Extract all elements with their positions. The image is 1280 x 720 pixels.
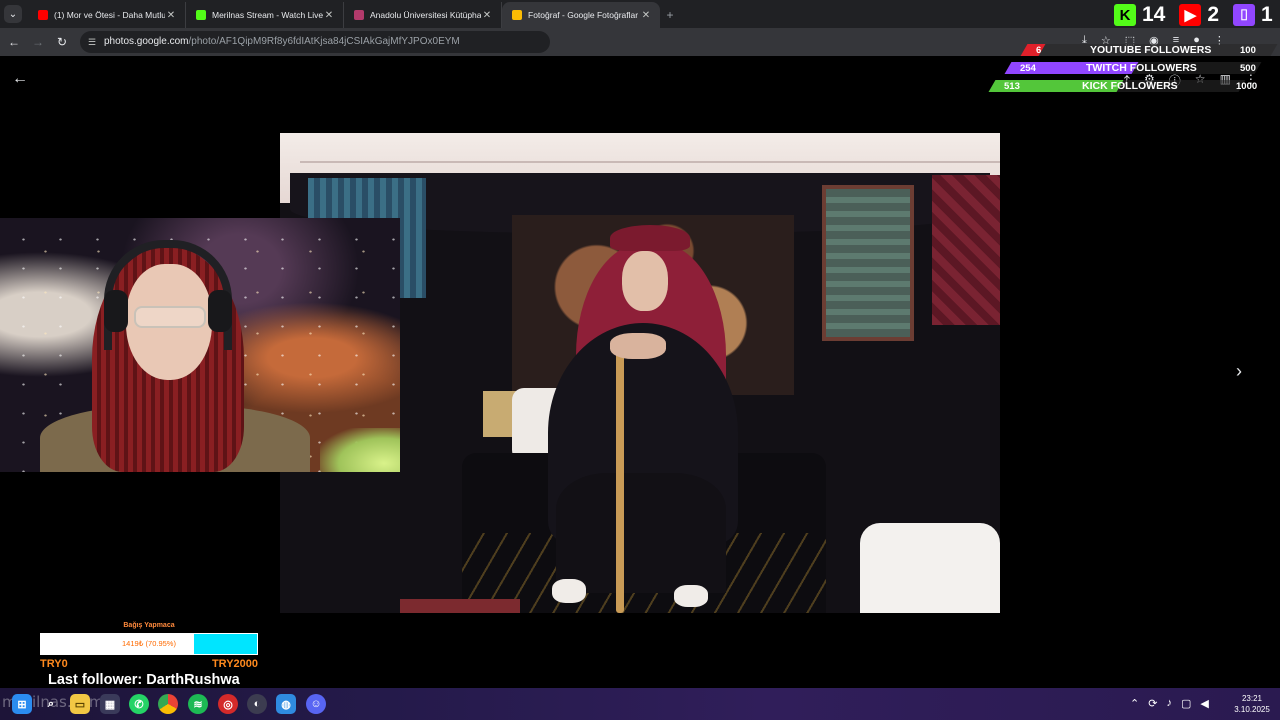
follower-label: YOUTUBE FOLLOWERS (1090, 44, 1212, 56)
url-path: /photo/AF1QipM9Rf8y6fdIAtKjsa84jCSIAkGaj… (188, 36, 460, 47)
donation-progress-bar: 1419₺ (70.95%) (40, 633, 258, 655)
follower-current-count: 513 (1004, 81, 1020, 92)
tab-strip: (1) Mor ve Ötesi - Daha Mutlu ✕ Merilnas S… (28, 2, 660, 28)
follower-goal: 1000 (1236, 81, 1258, 92)
tab-favicon-icon (196, 10, 206, 20)
tab-title: Anadolu Üniversitesi Kütüphan (370, 10, 481, 20)
webcam-overlay (0, 218, 400, 472)
url-host: photos.google.com (104, 36, 189, 47)
search-icon[interactable]: ⌕ (41, 694, 61, 714)
followers-goal-panel: 6 YOUTUBE FOLLOWERS 100 254 TWITCH FOLLOWERS… (978, 43, 1278, 95)
tab-favicon-icon (38, 10, 48, 20)
kick-count: 14 (1142, 3, 1166, 26)
photo-figure-pants (556, 473, 726, 593)
photo-cane (616, 343, 624, 613)
tab-search-button[interactable]: ⌄ (4, 5, 22, 23)
windows-start-icon[interactable]: ⊞ (12, 694, 32, 714)
file-explorer-icon[interactable]: ▭ (70, 694, 90, 714)
app-icon[interactable]: ◍ (276, 694, 296, 714)
tab-title: Fotoğraf - Google Fotoğraflar (528, 10, 639, 20)
browser-tab-bar: ⌄ (1) Mor ve Ötesi - Daha Mutlu ✕ Merilnas… (0, 0, 1280, 28)
photo-shoe-right (674, 585, 708, 607)
display-icon[interactable]: ▢ (1181, 697, 1191, 710)
donation-max-label: TRY2000 (211, 658, 258, 670)
webcam-lamp-glow (320, 428, 400, 472)
tab-close-icon[interactable]: ✕ (481, 10, 493, 21)
browser-tab[interactable]: Fotoğraf - Google Fotoğraflar ✕ (502, 2, 660, 28)
system-clock[interactable]: 23:21 3.10.2025 (1228, 693, 1276, 715)
store-icon[interactable]: ▦ (100, 694, 120, 714)
kick-icon: K (1114, 4, 1136, 26)
chrome-profile-icon[interactable]: ◐ (247, 694, 267, 714)
photo-figure-headband (610, 225, 690, 251)
tab-close-icon[interactable]: ✕ (323, 10, 335, 21)
clock-time: 23:21 (1241, 694, 1263, 703)
obs-icon[interactable]: ◎ (218, 694, 238, 714)
donation-title: Bağış Yapmaca (123, 622, 175, 629)
photo-shoe-left (552, 579, 586, 603)
browser-tab[interactable]: Merilnas Stream - Watch Live o ✕ (186, 2, 344, 28)
follower-label: TWITCH FOLLOWERS (1086, 62, 1197, 74)
tab-close-icon[interactable]: ✕ (640, 10, 652, 21)
site-info-icon[interactable]: ☰ (88, 31, 96, 53)
donation-min-label: TRY0 (40, 658, 68, 670)
tab-favicon-icon (512, 10, 522, 20)
photo-figure-face (622, 251, 668, 311)
address-field[interactable]: ☰ photos.google.com/photo/AF1QipM9Rf8y6f… (80, 31, 550, 53)
forward-button[interactable]: → (30, 34, 46, 50)
new-tab-button[interactable]: + (660, 2, 680, 28)
back-button[interactable]: ← (6, 34, 22, 50)
headset-earcup-left (104, 290, 128, 332)
photo-blanket (860, 523, 1000, 613)
youtube-icon: ▶ (1179, 4, 1202, 26)
chevron-up-icon[interactable]: ⌃ (1130, 697, 1139, 710)
twitch-count: 1 (1261, 3, 1273, 26)
tab-close-icon[interactable]: ✕ (165, 10, 177, 21)
volume-icon[interactable]: ◀ (1200, 697, 1208, 710)
platform-counters: K 14 ▶ 2 ⌷ 1 (1114, 2, 1280, 28)
headset-earcup-right (208, 290, 232, 332)
follower-goal: 500 (1240, 63, 1256, 74)
follower-current-count: 254 (1020, 63, 1036, 74)
taskbar: merilnas.com ⊞ ⌕ ▭ ▦ ✆ ≋ ◎ ◐ ◍ ☺ ⌃ ⟳ ♪ ▢… (0, 688, 1280, 720)
system-tray: ⌃ ⟳ ♪ ▢ ◀ (1130, 697, 1209, 710)
photo-wall-rug-red (932, 175, 1000, 325)
donation-goal: Bağış Yapmaca 1419₺ (70.95%) TRY0 TRY200… (38, 622, 260, 670)
last-follower-label: Last follower: DarthRushwa (48, 672, 240, 688)
follower-label: KICK FOLLOWERS (1082, 80, 1178, 92)
chrome-icon[interactable] (158, 694, 178, 714)
tab-title: (1) Mor ve Ötesi - Daha Mutlu (54, 10, 165, 20)
donation-progress-text: 1419₺ (70.95%) (122, 639, 176, 648)
follower-current-count: 6 (1036, 45, 1042, 56)
photo-floor-rug (400, 599, 520, 613)
tab-title: Merilnas Stream - Watch Live o (212, 10, 323, 20)
viewer-back-icon[interactable]: ← (12, 70, 28, 88)
whatsapp-icon[interactable]: ✆ (129, 694, 149, 714)
youtube-count: 2 (1207, 3, 1220, 26)
reload-button[interactable]: ↻ (54, 34, 70, 50)
spotify-icon[interactable]: ≋ (188, 694, 208, 714)
next-photo-icon[interactable]: › (1236, 361, 1242, 382)
tab-favicon-icon (354, 10, 364, 20)
microphone-icon[interactable]: ♪ (1166, 697, 1172, 710)
photo-wall-rug (822, 185, 914, 341)
clock-date: 3.10.2025 (1234, 705, 1270, 714)
twitch-icon: ⌷ (1233, 4, 1256, 26)
sync-icon[interactable]: ⟳ (1148, 697, 1157, 710)
follower-goal: 100 (1240, 45, 1256, 56)
browser-tab[interactable]: Anadolu Üniversitesi Kütüphan ✕ (344, 2, 502, 28)
photo-figure-hands (610, 333, 666, 359)
discord-icon[interactable]: ☺ (306, 694, 326, 714)
browser-tab[interactable]: (1) Mor ve Ötesi - Daha Mutlu ✕ (28, 2, 186, 28)
